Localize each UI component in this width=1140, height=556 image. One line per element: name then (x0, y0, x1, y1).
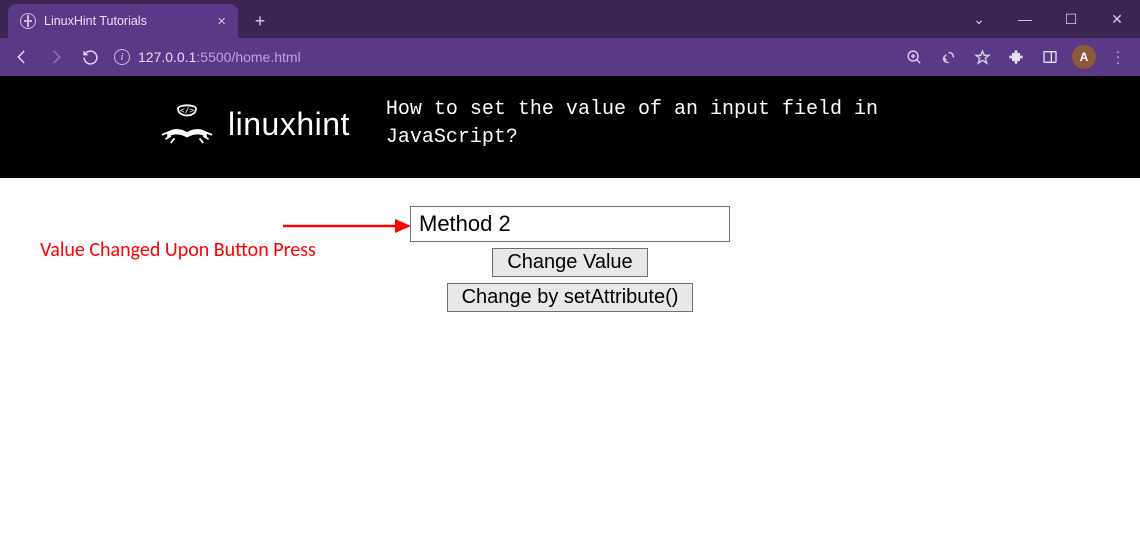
tab-dropdown-icon[interactable]: ⌄ (956, 0, 1002, 38)
close-tab-icon[interactable]: × (217, 13, 226, 30)
article-heading: How to set the value of an input field i… (386, 96, 878, 152)
page-content: Value Changed Upon Button Press Change V… (0, 178, 1140, 556)
url-host: 127.0.0.1 (138, 49, 196, 65)
change-by-setattribute-button[interactable]: Change by setAttribute() (447, 283, 694, 312)
minimize-button[interactable]: ― (1002, 0, 1048, 38)
extensions-icon[interactable] (1000, 41, 1032, 73)
side-panel-icon[interactable] (1034, 41, 1066, 73)
annotation-text: Value Changed Upon Button Press (40, 238, 316, 262)
window-controls: ⌄ ― ☐ ✕ (956, 0, 1140, 38)
address-bar[interactable]: i 127.0.0.1:5500/home.html (114, 49, 301, 65)
book-code-icon: </> (160, 101, 214, 147)
bookmark-star-icon[interactable] (966, 41, 998, 73)
zoom-icon[interactable] (898, 41, 930, 73)
window-titlebar: LinuxHint Tutorials × + ⌄ ― ☐ ✕ (0, 0, 1140, 38)
close-window-button[interactable]: ✕ (1094, 0, 1140, 38)
maximize-button[interactable]: ☐ (1048, 0, 1094, 38)
arrow-icon (283, 216, 413, 236)
brand-wordmark: linuxhint (228, 106, 350, 143)
svg-text:</>: </> (180, 105, 195, 115)
browser-tab[interactable]: LinuxHint Tutorials × (8, 4, 238, 38)
globe-icon (20, 13, 36, 29)
url-path: :5500/home.html (196, 49, 300, 65)
profile-avatar[interactable]: A (1068, 41, 1100, 73)
browser-toolbar: i 127.0.0.1:5500/home.html A ··· (0, 38, 1140, 76)
linuxhint-logo: </> linuxhint (160, 101, 350, 147)
reload-button[interactable] (74, 41, 106, 73)
back-button[interactable] (6, 41, 38, 73)
tab-title: LinuxHint Tutorials (44, 14, 209, 28)
change-value-button[interactable]: Change Value (492, 248, 647, 277)
site-info-icon[interactable]: i (114, 49, 130, 65)
new-tab-button[interactable]: + (246, 7, 274, 35)
forward-button[interactable] (40, 41, 72, 73)
demo-widget: Change Value Change by setAttribute() (410, 206, 730, 312)
kebab-menu-icon[interactable]: ··· (1102, 41, 1134, 73)
value-input[interactable] (410, 206, 730, 242)
page-header-band: </> linuxhint How to set the value of an… (0, 76, 1140, 178)
share-icon[interactable] (932, 41, 964, 73)
